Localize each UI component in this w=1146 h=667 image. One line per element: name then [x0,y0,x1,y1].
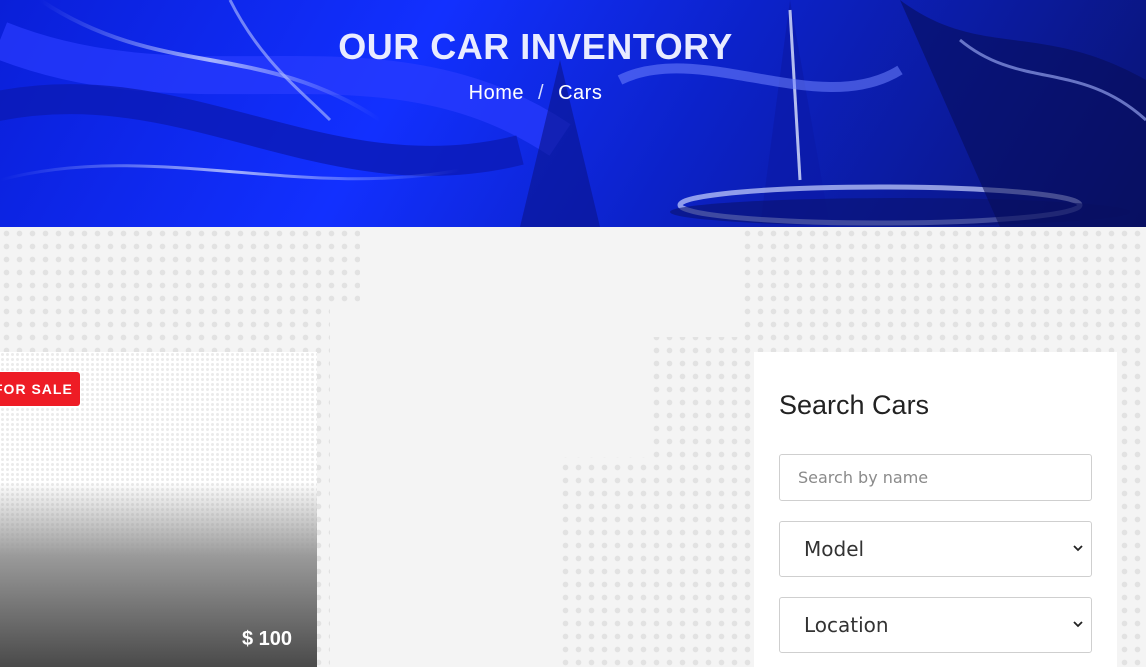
car-price: $ 100 [241,628,292,650]
breadcrumb: Home / Cars [0,82,1071,105]
breadcrumb-home-link[interactable]: Home [469,82,524,104]
car-card[interactable]: FOR SALE $ 100 [0,352,317,667]
breadcrumb-current: Cars [558,82,603,104]
sale-badge: FOR SALE [0,372,80,406]
search-name-input[interactable] [779,454,1092,501]
location-select[interactable]: Location [779,597,1092,653]
location-select-value: Location [804,613,889,637]
search-panel-title: Search Cars [779,390,930,420]
page-hero: OUR CAR INVENTORY Home / Cars [0,0,1146,227]
model-select-value: Model [804,537,865,561]
model-select[interactable]: Model [779,521,1092,577]
breadcrumb-separator: / [538,82,545,104]
page-title: OUR CAR INVENTORY [338,26,733,67]
search-panel: Search Cars Model Location [754,352,1117,667]
chevron-down-icon [1073,621,1083,628]
chevron-down-icon [1073,545,1083,552]
